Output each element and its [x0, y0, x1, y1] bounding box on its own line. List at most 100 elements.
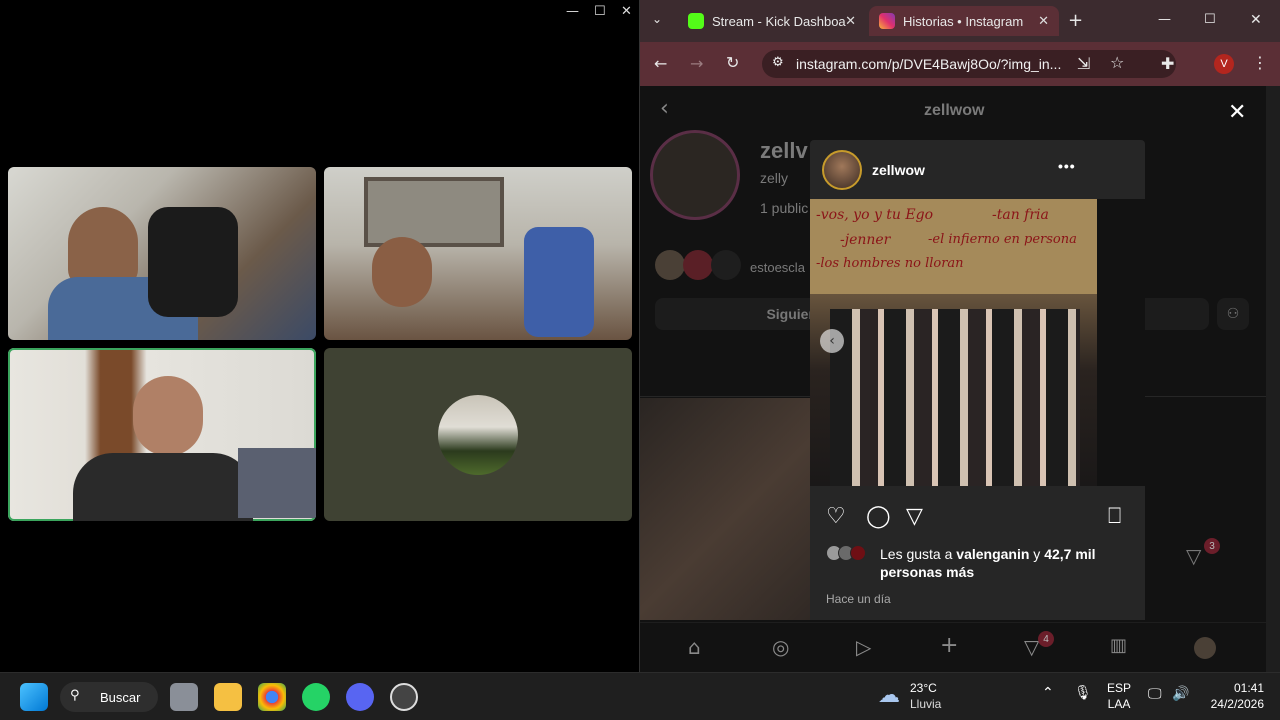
more-options-icon[interactable]: ••• — [1058, 158, 1076, 174]
likes-user-link[interactable]: valenganin — [956, 546, 1029, 562]
post-image-text: -los hombres no lloran — [816, 256, 964, 271]
file-explorer-icon[interactable] — [214, 683, 242, 711]
video-tile-participant-1[interactable] — [8, 167, 316, 340]
tray-chevron-up-icon[interactable]: ⌃ — [1042, 685, 1054, 701]
extensions-puzzle-icon[interactable]: ✚ — [1161, 54, 1174, 73]
liker-avatar — [850, 545, 866, 561]
video-tile-camera-off[interactable] — [324, 348, 632, 521]
participant-shirt — [73, 453, 253, 521]
video-call-window: — ☐ ✕ — [0, 0, 639, 672]
add-person-icon[interactable]: ⚇ — [1217, 298, 1249, 330]
profile-avatar[interactable] — [650, 130, 740, 220]
group-photo — [830, 309, 1080, 486]
tab-label: Historias • Instagram — [903, 13, 1024, 29]
weather-rain-icon[interactable]: ☁ — [878, 683, 900, 708]
new-tab-button[interactable]: + — [1068, 10, 1083, 31]
profile-nav-avatar[interactable] — [1194, 637, 1216, 659]
profile-subtitle: zelly — [760, 170, 789, 186]
search-label: Buscar — [100, 689, 141, 705]
obs-icon[interactable] — [390, 683, 418, 711]
close-modal-icon[interactable]: ✕ — [1228, 100, 1246, 125]
whatsapp-icon[interactable] — [302, 683, 330, 711]
close-button[interactable]: ✕ — [621, 4, 632, 19]
back-icon[interactable]: ← — [654, 54, 667, 73]
previous-image-icon[interactable]: ‹ — [820, 329, 844, 353]
tab-instagram[interactable]: Historias • Instagram ✕ — [869, 6, 1059, 36]
reels-icon[interactable]: ▷ — [856, 635, 871, 659]
post-header: zellwow ••• — [810, 140, 1145, 199]
page-scrollbar[interactable] — [1266, 86, 1280, 672]
participant-figure — [68, 207, 138, 287]
comment-icon[interactable]: ◯ — [866, 504, 891, 529]
create-icon[interactable]: + — [940, 633, 958, 658]
close-tab-icon[interactable]: ✕ — [845, 13, 856, 29]
minimize-button[interactable]: — — [1158, 12, 1171, 27]
follower-avatar — [683, 250, 713, 280]
notification-badge: 3 — [1204, 538, 1220, 554]
forward-icon[interactable]: → — [690, 54, 703, 73]
post-image-text: -jenner — [840, 232, 891, 248]
maximize-button[interactable]: ☐ — [594, 4, 606, 19]
likes-middle: y — [1029, 546, 1045, 562]
post-author-avatar[interactable] — [822, 149, 862, 190]
save-bookmark-icon[interactable]: ⎕ — [1108, 504, 1121, 529]
tab-search-chevron-icon[interactable]: ⌄ — [652, 12, 662, 26]
post-image-text: -tan fria — [992, 207, 1049, 223]
taskbar-search[interactable]: ⚲ Buscar — [60, 682, 158, 712]
profile-avatar[interactable]: V — [1214, 54, 1234, 74]
tab-kick-dashboard[interactable]: Stream - Kick Dashboa ✕ — [678, 6, 866, 36]
post-image-text: -el infierno en persona — [928, 232, 1077, 247]
following-button[interactable]: Siguien — [655, 298, 825, 330]
language-top[interactable]: ESP — [1107, 681, 1131, 695]
clock-date[interactable]: 24/2/2026 — [1196, 697, 1264, 711]
instagram-page: ‹ zellwow ✕ zellv zelly 1 public estoesc… — [640, 86, 1266, 672]
task-view-icon[interactable] — [170, 683, 198, 711]
microphone-icon[interactable]: 🎙 — [1074, 685, 1092, 701]
video-tile-participant-2[interactable] — [324, 167, 632, 340]
discord-icon[interactable] — [346, 683, 374, 711]
bottom-nav: ⌂ ◎ ▷ + ▽ 4 ▥ — [640, 622, 1266, 672]
post-image: -vos, yo y tu Ego -tan fria -jenner -el … — [810, 199, 1097, 486]
profile-name: zellv — [760, 138, 808, 163]
clock-time[interactable]: 01:41 — [1200, 681, 1264, 695]
menu-icon[interactable]: ⋮ — [1252, 53, 1268, 72]
search-icon: ⚲ — [70, 688, 80, 703]
weather-temp[interactable]: 23°C — [910, 681, 937, 695]
start-windows-icon[interactable] — [20, 683, 48, 711]
back-chevron-icon[interactable]: ‹ — [660, 96, 669, 121]
post-author-username[interactable]: zellwow — [872, 162, 925, 178]
like-heart-icon[interactable]: ♡ — [826, 504, 846, 529]
messages-badge: 4 — [1038, 631, 1054, 647]
install-app-icon[interactable]: ⇲ — [1077, 54, 1090, 73]
send-icon: ▽ — [1186, 544, 1202, 568]
volume-icon[interactable]: 🔊 — [1172, 686, 1189, 702]
likes-suffix[interactable]: personas más — [880, 564, 974, 580]
language-bottom[interactable]: LAA — [1107, 697, 1131, 711]
notifications-button[interactable]: ▽ 3 — [1180, 538, 1220, 578]
follower-avatar — [711, 250, 741, 280]
weather-desc[interactable]: Lluvia — [910, 697, 941, 711]
tab-bar: ⌄ Stream - Kick Dashboa ✕ Historias • In… — [640, 0, 1280, 42]
share-icon[interactable]: ▽ — [906, 504, 923, 529]
instagram-icon — [879, 13, 895, 29]
site-info-icon[interactable]: ⚙ — [772, 55, 784, 70]
tab-label: Stream - Kick Dashboa — [712, 13, 846, 29]
bookmark-star-icon[interactable]: ☆ — [1110, 53, 1124, 72]
page-header-title: zellwow — [924, 102, 985, 119]
reload-icon[interactable]: ↻ — [726, 53, 739, 72]
likes-count[interactable]: 42,7 mil — [1044, 546, 1095, 562]
post-time[interactable]: Hace un día — [826, 592, 891, 606]
close-tab-icon[interactable]: ✕ — [1038, 13, 1049, 29]
likes-summary: Les gusta a valenganin y 42,7 mil person… — [880, 545, 1130, 581]
dashboard-icon[interactable]: ▥ — [1110, 635, 1127, 656]
browser-window: ⌄ Stream - Kick Dashboa ✕ Historias • In… — [639, 0, 1280, 672]
video-tile-active-speaker[interactable] — [8, 348, 316, 521]
close-button[interactable]: ✕ — [1250, 12, 1262, 28]
likes-prefix: Les gusta a — [880, 546, 957, 562]
network-icon[interactable]: 🖵 — [1148, 686, 1162, 702]
explore-icon[interactable]: ◎ — [772, 635, 789, 659]
home-icon[interactable]: ⌂ — [688, 635, 701, 659]
maximize-button[interactable]: ☐ — [1204, 12, 1216, 27]
minimize-button[interactable]: — — [566, 4, 579, 19]
chrome-icon[interactable] — [258, 683, 286, 711]
